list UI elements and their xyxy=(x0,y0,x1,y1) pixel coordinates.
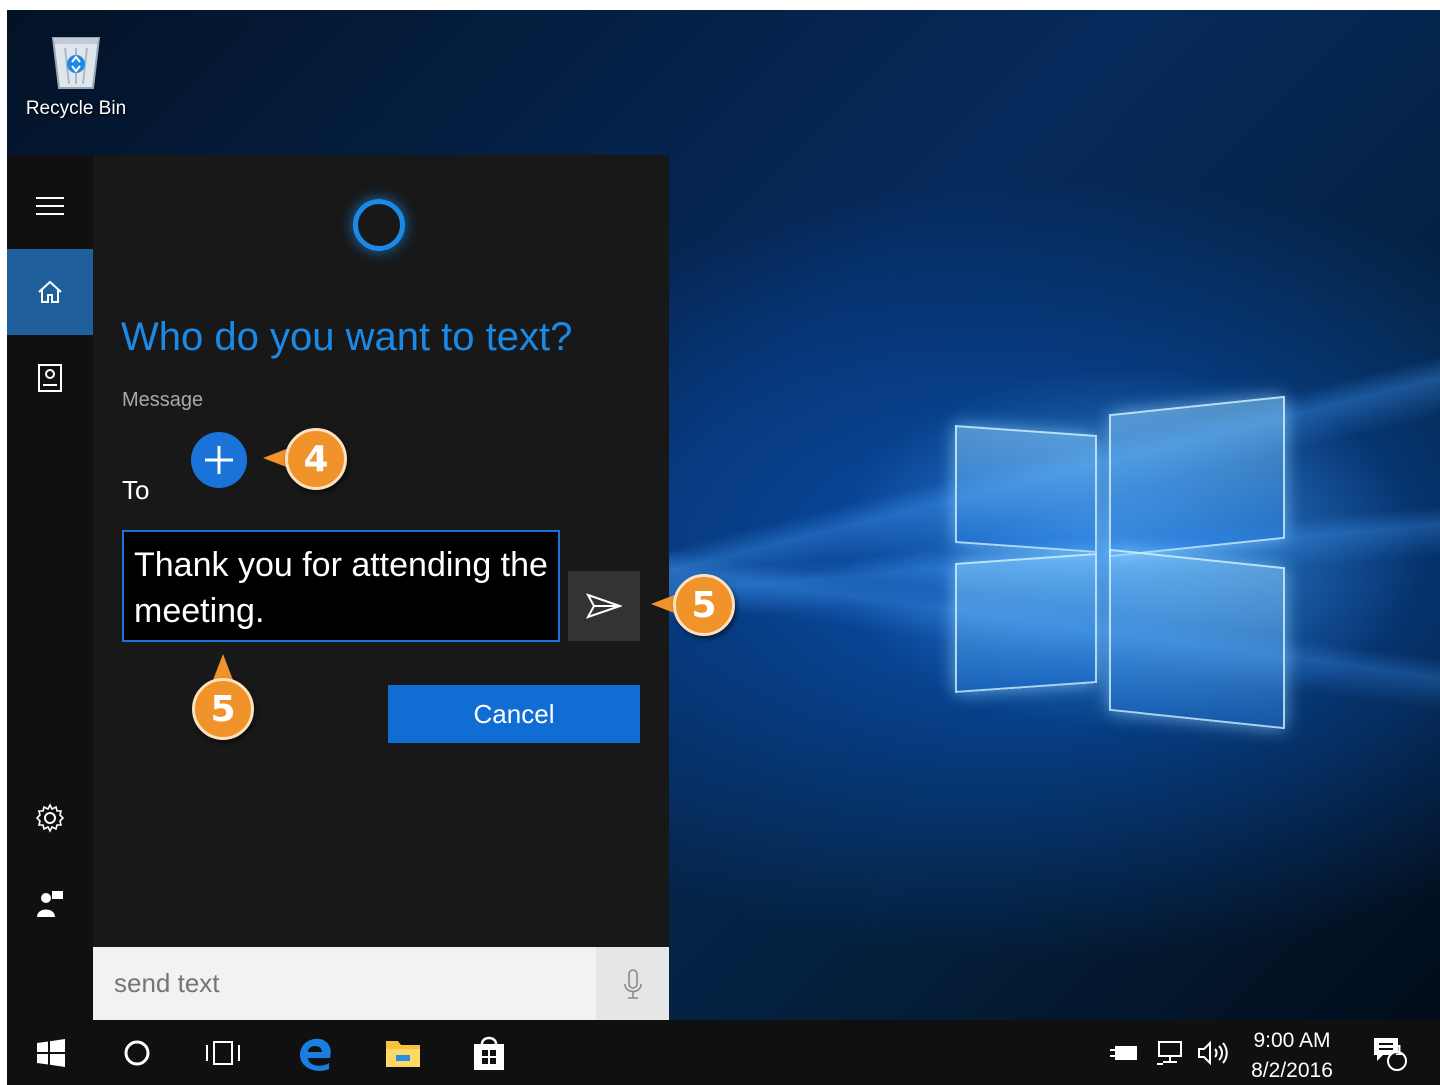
wallpaper-logo-pane xyxy=(1109,548,1285,730)
network-tray-button[interactable] xyxy=(1155,1020,1185,1085)
edge-button[interactable] xyxy=(285,1020,345,1085)
volume-tray-button[interactable] xyxy=(1197,1020,1229,1085)
microphone-icon xyxy=(623,968,642,999)
store-button[interactable] xyxy=(459,1020,519,1085)
cancel-button[interactable]: Cancel xyxy=(388,685,640,743)
message-label: Message xyxy=(122,389,204,411)
file-explorer-icon xyxy=(386,1040,420,1067)
wallpaper-logo-pane xyxy=(1109,395,1285,558)
page-title: Who do you want to text? xyxy=(121,315,573,359)
feedback-icon xyxy=(37,891,63,917)
battery-plug-icon xyxy=(1110,1045,1137,1060)
edge-icon xyxy=(300,1038,331,1071)
settings-button[interactable] xyxy=(7,775,93,861)
desktop: Recycle Bin Who do you want to text? Mes… xyxy=(7,10,1440,1085)
callout-step-5-message: 5 xyxy=(192,678,254,740)
notebook-icon xyxy=(38,364,62,392)
clock-date: 8/2/2016 xyxy=(1251,1059,1333,1082)
home-icon xyxy=(38,280,62,303)
store-icon xyxy=(474,1036,504,1070)
recycle-bin-icon xyxy=(47,30,105,92)
plus-icon xyxy=(205,446,233,474)
search-input[interactable] xyxy=(93,947,596,1020)
home-button[interactable] xyxy=(7,249,93,335)
cortana-rail xyxy=(7,155,93,1020)
cortana-ring-icon xyxy=(353,199,405,251)
speaker-icon xyxy=(1198,1040,1228,1065)
send-icon xyxy=(586,593,622,619)
taskbar-clock[interactable]: 9:00 AM 8/2/2016 xyxy=(1237,1026,1347,1085)
power-tray-button[interactable] xyxy=(1109,1020,1139,1085)
action-center-button[interactable]: 1 xyxy=(1371,1020,1407,1085)
callout-pointer xyxy=(213,654,233,680)
callout-step-4: 4 xyxy=(285,428,347,490)
notebook-button[interactable] xyxy=(7,335,93,421)
send-button[interactable] xyxy=(568,571,640,641)
cortana-circle-icon xyxy=(124,1040,150,1065)
message-textbox[interactable]: Thank you for attending the meeting. xyxy=(122,530,560,642)
recycle-bin-label: Recycle Bin xyxy=(25,98,127,119)
start-button[interactable] xyxy=(21,1020,81,1085)
clock-time: 9:00 AM xyxy=(1253,1029,1331,1052)
microphone-button[interactable] xyxy=(596,947,669,1020)
recycle-bin-shortcut[interactable]: Recycle Bin xyxy=(21,24,131,120)
cortana-taskbar-button[interactable] xyxy=(107,1020,167,1085)
start-icon xyxy=(37,1038,65,1067)
task-view-button[interactable] xyxy=(193,1020,253,1085)
wallpaper-logo-pane xyxy=(955,425,1097,553)
file-explorer-button[interactable] xyxy=(373,1020,433,1085)
callout-step-5-send: 5 xyxy=(673,574,735,636)
add-recipient-button[interactable] xyxy=(191,432,247,488)
cortana-content: Who do you want to text? Message To Than… xyxy=(93,155,669,1020)
wallpaper-logo-pane xyxy=(955,553,1097,693)
settings-icon xyxy=(35,803,65,833)
feedback-button[interactable] xyxy=(7,861,93,947)
search-bar xyxy=(93,947,669,1020)
menu-icon xyxy=(36,197,64,215)
task-view-icon xyxy=(206,1040,240,1065)
network-icon xyxy=(1157,1040,1182,1065)
to-label: To xyxy=(122,475,150,505)
notification-count-badge: 1 xyxy=(1394,1042,1404,1059)
hamburger-menu-button[interactable] xyxy=(7,163,93,249)
cortana-panel: Who do you want to text? Message To Than… xyxy=(7,155,669,1020)
taskbar: 9:00 AM 8/2/2016 1 xyxy=(7,1020,1440,1085)
